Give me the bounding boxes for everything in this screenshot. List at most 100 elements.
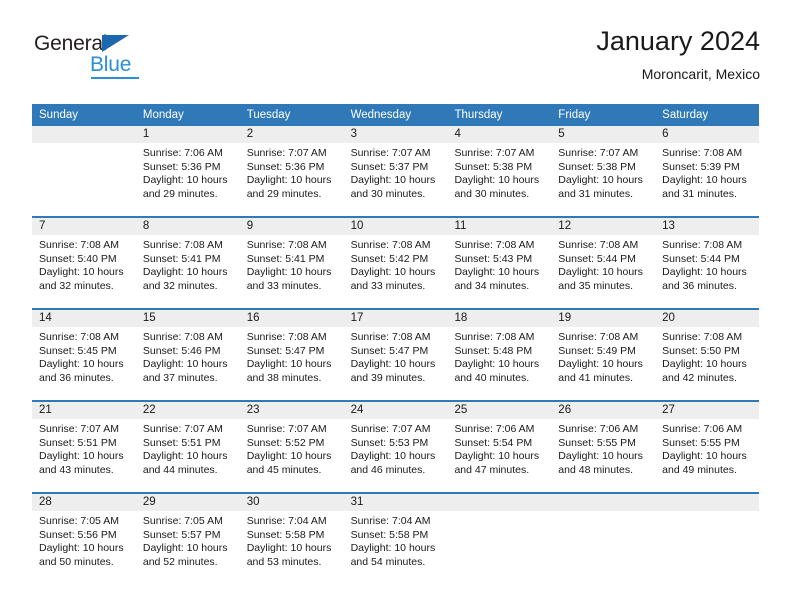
day-detail-line: and 43 minutes.	[39, 463, 114, 476]
day-number: 18	[447, 310, 552, 327]
calendar-day-cell[interactable]: 29 Sunrise: 7:05 AM Sunset: 5:57 PM Dayligh…	[135, 494, 240, 584]
day-detail-line: Daylight: 10 hours	[454, 266, 540, 279]
calendar-day-cell[interactable]: 26 Sunrise: 7:06 AM Sunset: 5:55 PM Dayligh…	[551, 402, 656, 492]
day-detail-line: Sunset: 5:41 PM	[246, 252, 325, 265]
day-detail-line: Daylight: 10 hours	[558, 450, 643, 463]
day-detail-line: Daylight: 10 hours	[246, 450, 332, 463]
day-number	[32, 126, 136, 143]
day-detail-line: and 31 minutes.	[662, 187, 737, 200]
calendar-day-cell[interactable]: 30 Sunrise: 7:04 AM Sunset: 5:58 PM Dayligh…	[239, 494, 344, 584]
calendar-day-cell[interactable]: 15 Sunrise: 7:08 AM Sunset: 5:46 PM Dayligh…	[135, 310, 240, 400]
day-detail-line: and 47 minutes.	[454, 463, 530, 476]
day-detail-line: Sunset: 5:36 PM	[142, 160, 221, 173]
day-details: Sunrise: 7:08 AM Sunset: 5:45 PM Daylight:…	[32, 327, 136, 385]
day-detail-line: Sunset: 5:57 PM	[142, 528, 221, 541]
triangle-icon	[102, 35, 129, 52]
calendar-day-cell[interactable]: 22 Sunrise: 7:07 AM Sunset: 5:51 PM Dayligh…	[135, 402, 240, 492]
calendar-day-cell[interactable]: 10 Sunrise: 7:08 AM Sunset: 5:42 PM Dayligh…	[343, 218, 448, 308]
day-number: 21	[32, 402, 136, 419]
calendar-day-cell[interactable]: 4 Sunrise: 7:07 AM Sunset: 5:38 PM Daylight…	[447, 126, 552, 216]
day-detail-line: Sunrise: 7:08 AM	[558, 239, 639, 251]
logo[interactable]: General Blue	[34, 32, 184, 84]
calendar-day-cell[interactable]: 7 Sunrise: 7:08 AM Sunset: 5:40 PM Daylight…	[32, 218, 136, 308]
day-detail-line: Daylight: 10 hours	[142, 358, 228, 371]
weekday-header-sunday: Sunday	[39, 109, 79, 121]
day-details: Sunrise: 7:06 AM Sunset: 5:55 PM Daylight:…	[551, 419, 655, 477]
day-detail-line: Sunset: 5:41 PM	[142, 252, 221, 265]
calendar-page: General Blue January 2024 Moroncarit, Me…	[0, 0, 792, 612]
calendar-day-cell[interactable]: 6 Sunrise: 7:08 AM Sunset: 5:39 PM Daylight…	[655, 126, 760, 216]
calendar-day-cell[interactable]: 16 Sunrise: 7:08 AM Sunset: 5:47 PM Dayligh…	[239, 310, 344, 400]
day-number: 24	[343, 402, 448, 419]
day-number: 16	[239, 310, 344, 327]
day-detail-line: Daylight: 10 hours	[662, 450, 747, 463]
calendar-day-cell[interactable]: 17 Sunrise: 7:08 AM Sunset: 5:47 PM Dayligh…	[343, 310, 448, 400]
day-detail-line: Daylight: 10 hours	[350, 450, 436, 463]
day-detail-line: Sunrise: 7:06 AM	[558, 423, 639, 435]
day-detail-line: and 33 minutes.	[350, 279, 426, 292]
calendar-day-cell[interactable]: 18 Sunrise: 7:08 AM Sunset: 5:48 PM Dayligh…	[447, 310, 552, 400]
calendar-day-cell[interactable]: 3 Sunrise: 7:07 AM Sunset: 5:37 PM Daylight…	[343, 126, 448, 216]
page-title: January 2024	[596, 26, 760, 56]
day-details: Sunrise: 7:08 AM Sunset: 5:44 PM Daylight:…	[655, 235, 759, 293]
day-details: Sunrise: 7:06 AM Sunset: 5:54 PM Daylight:…	[447, 419, 551, 477]
calendar-day-cell[interactable]: 13 Sunrise: 7:08 AM Sunset: 5:44 PM Dayligh…	[655, 218, 760, 308]
day-details: Sunrise: 7:08 AM Sunset: 5:47 PM Daylight:…	[240, 327, 344, 385]
calendar-day-cell[interactable]: 14 Sunrise: 7:08 AM Sunset: 5:45 PM Dayligh…	[32, 310, 136, 400]
day-detail-line: Sunset: 5:44 PM	[662, 252, 740, 265]
day-detail-line: Sunrise: 7:08 AM	[246, 331, 327, 343]
calendar-day-cell[interactable]: 20 Sunrise: 7:08 AM Sunset: 5:50 PM Dayligh…	[655, 310, 760, 400]
day-detail-line: Daylight: 10 hours	[39, 358, 124, 371]
calendar-day-cell[interactable]: 21 Sunrise: 7:07 AM Sunset: 5:51 PM Dayligh…	[32, 402, 136, 492]
day-details: Sunrise: 7:08 AM Sunset: 5:49 PM Daylight:…	[551, 327, 655, 385]
day-detail-line: and 31 minutes.	[558, 187, 634, 200]
calendar-day-cell[interactable]: 27 Sunrise: 7:06 AM Sunset: 5:55 PM Dayligh…	[655, 402, 760, 492]
day-detail-line: Sunrise: 7:08 AM	[662, 147, 743, 159]
day-number: 10	[343, 218, 448, 235]
day-detail-line: Daylight: 10 hours	[662, 174, 747, 187]
day-details: Sunrise: 7:07 AM Sunset: 5:51 PM Daylight:…	[136, 419, 240, 477]
calendar-day-cell[interactable]: 12 Sunrise: 7:08 AM Sunset: 5:44 PM Dayligh…	[551, 218, 656, 308]
logo-text-blue: Blue	[90, 53, 132, 76]
day-detail-line: and 32 minutes.	[39, 279, 114, 292]
calendar-day-cell[interactable]: 25 Sunrise: 7:06 AM Sunset: 5:54 PM Dayligh…	[447, 402, 552, 492]
day-detail-line: Sunset: 5:51 PM	[142, 436, 221, 449]
calendar-day-cell[interactable]: 11 Sunrise: 7:08 AM Sunset: 5:43 PM Dayligh…	[447, 218, 552, 308]
day-detail-line: Daylight: 10 hours	[350, 174, 436, 187]
calendar-day-cell[interactable]: 5 Sunrise: 7:07 AM Sunset: 5:38 PM Daylight…	[551, 126, 656, 216]
day-number: 11	[447, 218, 552, 235]
day-detail-line: Daylight: 10 hours	[558, 174, 643, 187]
day-detail-line: Sunset: 5:39 PM	[662, 160, 740, 173]
day-detail-line: Sunset: 5:37 PM	[350, 160, 429, 173]
calendar-day-cell[interactable]: 31 Sunrise: 7:04 AM Sunset: 5:58 PM Dayligh…	[343, 494, 448, 584]
day-number: 5	[551, 126, 656, 143]
calendar-day-cell[interactable]: 19 Sunrise: 7:08 AM Sunset: 5:49 PM Dayligh…	[551, 310, 656, 400]
day-detail-line: and 53 minutes.	[246, 555, 322, 568]
day-number: 13	[655, 218, 760, 235]
calendar-day-cell[interactable]: 2 Sunrise: 7:07 AM Sunset: 5:36 PM Daylight…	[239, 126, 344, 216]
calendar-day-cell[interactable]: 9 Sunrise: 7:08 AM Sunset: 5:41 PM Daylight…	[239, 218, 344, 308]
page-header: General Blue January 2024 Moroncarit, Me…	[32, 24, 760, 98]
calendar-day-cell[interactable]: 24 Sunrise: 7:07 AM Sunset: 5:53 PM Dayligh…	[343, 402, 448, 492]
calendar-day-cell[interactable]: 23 Sunrise: 7:07 AM Sunset: 5:52 PM Dayligh…	[239, 402, 344, 492]
day-detail-line: Sunset: 5:48 PM	[454, 344, 533, 357]
day-detail-line: Daylight: 10 hours	[246, 266, 332, 279]
calendar-day-cell[interactable]: 28 Sunrise: 7:05 AM Sunset: 5:56 PM Dayligh…	[32, 494, 136, 584]
calendar-weeks: 1 Sunrise: 7:06 AM Sunset: 5:36 PM Daylight…	[32, 126, 760, 584]
day-number: 28	[32, 494, 136, 511]
day-details: Sunrise: 7:08 AM Sunset: 5:40 PM Daylight:…	[32, 235, 136, 293]
day-detail-line: Sunrise: 7:07 AM	[454, 147, 535, 159]
day-detail-line: and 41 minutes.	[558, 371, 634, 384]
day-number: 8	[135, 218, 240, 235]
day-details: Sunrise: 7:07 AM Sunset: 5:36 PM Daylight:…	[240, 143, 344, 201]
day-detail-line: and 49 minutes.	[662, 463, 737, 476]
day-detail-line: Daylight: 10 hours	[39, 542, 124, 555]
day-details: Sunrise: 7:08 AM Sunset: 5:41 PM Daylight:…	[240, 235, 344, 293]
day-detail-line: Sunset: 5:38 PM	[558, 160, 636, 173]
day-detail-line: Daylight: 10 hours	[454, 450, 540, 463]
calendar-day-cell[interactable]: 1 Sunrise: 7:06 AM Sunset: 5:36 PM Daylight…	[135, 126, 240, 216]
day-number: 3	[343, 126, 448, 143]
day-details: Sunrise: 7:08 AM Sunset: 5:50 PM Daylight:…	[655, 327, 759, 385]
calendar-day-cell[interactable]: 8 Sunrise: 7:08 AM Sunset: 5:41 PM Daylight…	[135, 218, 240, 308]
day-detail-line: Daylight: 10 hours	[246, 542, 332, 555]
